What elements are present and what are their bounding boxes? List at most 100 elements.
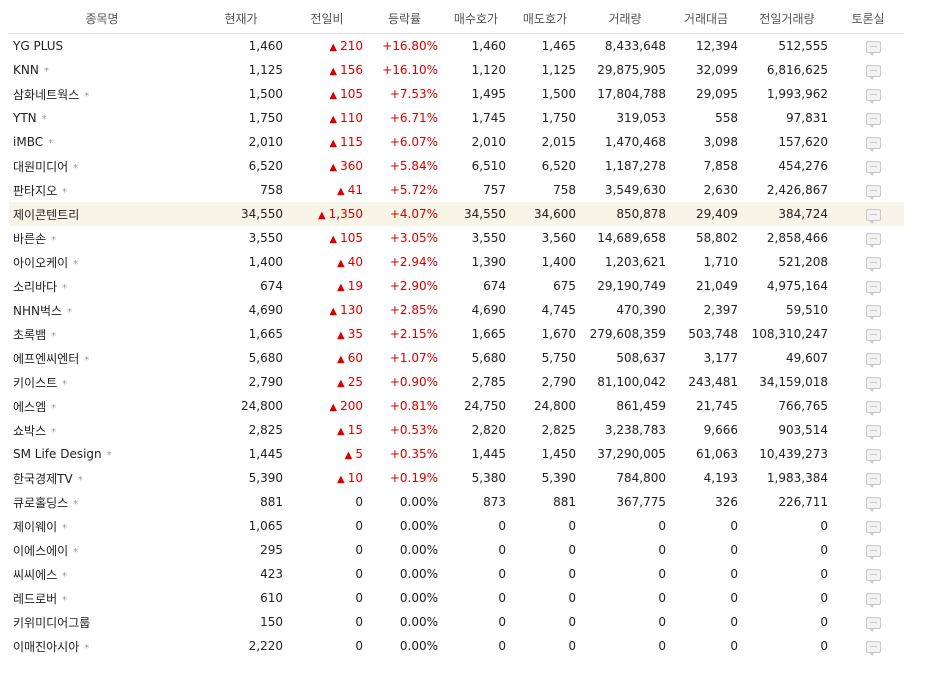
table-row[interactable]: 에스엠 * 24,800 ▲ 200 +0.81% 24,750 24,800 861,459 2… <box>9 394 904 418</box>
table-row[interactable]: 씨씨에스 * 423 0 0.00% 0 0 0 0 0 <box>9 562 904 586</box>
stock-name-cell[interactable]: KNN * <box>9 58 195 82</box>
stock-name-cell[interactable]: 큐로홀딩스 * <box>9 490 195 514</box>
speech-bubble-icon[interactable] <box>865 136 881 152</box>
speech-bubble-icon[interactable] <box>865 352 881 368</box>
stock-name-cell[interactable]: 한국경제TV * <box>9 466 195 490</box>
speech-bubble-icon[interactable] <box>865 112 881 128</box>
stock-name-link[interactable]: 레드로버 <box>13 592 57 606</box>
stock-name-link[interactable]: 삼화네트웍스 <box>13 88 79 102</box>
stock-name-cell[interactable]: 소리바다 * <box>9 274 195 298</box>
table-row[interactable]: 레드로버 * 610 0 0.00% 0 0 0 0 0 <box>9 586 904 610</box>
speech-bubble-icon[interactable] <box>865 184 881 200</box>
speech-bubble-icon[interactable] <box>865 256 881 272</box>
speech-bubble-icon[interactable] <box>865 568 881 584</box>
table-row[interactable]: YTN * 1,750 ▲ 110 +6.71% 1,745 1,750 319,053 558 9… <box>9 106 904 130</box>
stock-name-link[interactable]: 이에스에이 <box>13 544 68 558</box>
table-row[interactable]: iMBC * 2,010 ▲ 115 +6.07% 2,010 2,015 1,470,468 3… <box>9 130 904 154</box>
stock-name-cell[interactable]: 에프엔씨엔터 * <box>9 346 195 370</box>
stock-name-link[interactable]: 씨씨에스 <box>13 568 57 582</box>
stock-name-cell[interactable]: 초록뱀 * <box>9 322 195 346</box>
stock-name-cell[interactable]: 제이웨이 * <box>9 514 195 538</box>
table-row[interactable]: 에프엔씨엔터 * 5,680 ▲ 60 +1.07% 5,680 5,750 508,637 3,… <box>9 346 904 370</box>
speech-bubble-icon[interactable] <box>865 496 881 512</box>
table-row[interactable]: 키이스트 * 2,790 ▲ 25 +0.90% 2,785 2,790 81,100,042 2… <box>9 370 904 394</box>
stock-name-link[interactable]: 이매진아시아 <box>13 640 79 654</box>
speech-bubble-icon[interactable] <box>865 160 881 176</box>
table-row[interactable]: 아이오케이 * 1,400 ▲ 40 +2.94% 1,390 1,400 1,203,621 1… <box>9 250 904 274</box>
stock-name-cell[interactable]: 이매진아시아 * <box>9 634 195 658</box>
stock-name-cell[interactable]: YG PLUS <box>9 34 195 59</box>
stock-name-cell[interactable]: 판타지오 * <box>9 178 195 202</box>
speech-bubble-icon[interactable] <box>865 280 881 296</box>
stock-name-cell[interactable]: 쇼박스 * <box>9 418 195 442</box>
stock-name-cell[interactable]: SM Life Design * <box>9 442 195 466</box>
table-row[interactable]: YG PLUS 1,460 ▲ 210 +16.80% 1,460 1,465 8,433,6… <box>9 34 904 59</box>
table-row[interactable]: SM Life Design * 1,445 ▲ 5 +0.35% 1,445 1,450 37… <box>9 442 904 466</box>
stock-name-link[interactable]: iMBC <box>13 135 43 149</box>
stock-name-cell[interactable]: NHN벅스 * <box>9 298 195 322</box>
stock-name-cell[interactable]: 대원미디어 * <box>9 154 195 178</box>
speech-bubble-icon[interactable] <box>865 472 881 488</box>
stock-name-link[interactable]: 초록뱀 <box>13 328 46 342</box>
speech-bubble-icon[interactable] <box>865 520 881 536</box>
table-row[interactable]: 큐로홀딩스 * 881 0 0.00% 873 881 367,775 326 226,711 <box>9 490 904 514</box>
stock-name-link[interactable]: 에스엠 <box>13 400 46 414</box>
stock-name-link[interactable]: 제이콘텐트리 <box>13 208 79 222</box>
stock-name-link[interactable]: 큐로홀딩스 <box>13 496 68 510</box>
stock-name-link[interactable]: 판타지오 <box>13 184 57 198</box>
table-row[interactable]: 바른손 * 3,550 ▲ 105 +3.05% 3,550 3,560 14,689,658 5… <box>9 226 904 250</box>
table-row[interactable]: 소리바다 * 674 ▲ 19 +2.90% 674 675 29,190,749 21,049 4… <box>9 274 904 298</box>
speech-bubble-icon[interactable] <box>865 424 881 440</box>
speech-bubble-icon[interactable] <box>865 640 881 656</box>
stock-name-link[interactable]: 소리바다 <box>13 280 57 294</box>
speech-bubble-icon[interactable] <box>865 232 881 248</box>
stock-name-link[interactable]: 키이스트 <box>13 376 57 390</box>
stock-name-link[interactable]: SM Life Design <box>13 447 102 461</box>
table-row[interactable]: 초록뱀 * 1,665 ▲ 35 +2.15% 1,665 1,670 279,608,359 5… <box>9 322 904 346</box>
table-row[interactable]: 판타지오 * 758 ▲ 41 +5.72% 757 758 3,549,630 2,630 2,4… <box>9 178 904 202</box>
table-row[interactable]: 한국경제TV * 5,390 ▲ 10 +0.19% 5,380 5,390 784,800 4,… <box>9 466 904 490</box>
speech-bubble-icon[interactable] <box>865 208 881 224</box>
stock-name-link[interactable]: YG PLUS <box>13 39 63 53</box>
stock-name-cell[interactable]: 키이스트 * <box>9 370 195 394</box>
table-row[interactable]: 이매진아시아 * 2,220 0 0.00% 0 0 0 0 0 <box>9 634 904 658</box>
stock-name-link[interactable]: YTN <box>13 111 37 125</box>
stock-name-link[interactable]: KNN <box>13 63 39 77</box>
stock-name-link[interactable]: 제이웨이 <box>13 520 57 534</box>
stock-name-cell[interactable]: iMBC * <box>9 130 195 154</box>
stock-name-cell[interactable]: 레드로버 * <box>9 586 195 610</box>
stock-name-link[interactable]: 대원미디어 <box>13 160 68 174</box>
stock-name-cell[interactable]: 삼화네트웍스 * <box>9 82 195 106</box>
speech-bubble-icon[interactable] <box>865 616 881 632</box>
table-row[interactable]: 이에스에이 * 295 0 0.00% 0 0 0 0 0 <box>9 538 904 562</box>
speech-bubble-icon[interactable] <box>865 88 881 104</box>
stock-name-link[interactable]: NHN벅스 <box>13 304 62 318</box>
table-row[interactable]: KNN * 1,125 ▲ 156 +16.10% 1,120 1,125 29,875,905… <box>9 58 904 82</box>
speech-bubble-icon[interactable] <box>865 328 881 344</box>
stock-name-link[interactable]: 쇼박스 <box>13 424 46 438</box>
speech-bubble-icon[interactable] <box>865 592 881 608</box>
speech-bubble-icon[interactable] <box>865 448 881 464</box>
speech-bubble-icon[interactable] <box>865 64 881 80</box>
stock-name-cell[interactable]: 바른손 * <box>9 226 195 250</box>
table-row[interactable]: 제이웨이 * 1,065 0 0.00% 0 0 0 0 0 <box>9 514 904 538</box>
stock-name-cell[interactable]: YTN * <box>9 106 195 130</box>
stock-name-link[interactable]: 키위미디어그룹 <box>13 616 90 630</box>
speech-bubble-icon[interactable] <box>865 400 881 416</box>
stock-name-link[interactable]: 한국경제TV <box>13 472 73 486</box>
table-row[interactable]: 제이콘텐트리 34,550 ▲ 1,350 +4.07% 34,550 34,600 850,… <box>9 202 904 226</box>
table-row[interactable]: 삼화네트웍스 * 1,500 ▲ 105 +7.53% 1,495 1,500 17,804,7… <box>9 82 904 106</box>
table-row[interactable]: 쇼박스 * 2,825 ▲ 15 +0.53% 2,820 2,825 3,238,783 9,6… <box>9 418 904 442</box>
stock-name-link[interactable]: 아이오케이 <box>13 256 68 270</box>
table-row[interactable]: 키위미디어그룹 150 0 0.00% 0 0 0 0 0 <box>9 610 904 634</box>
stock-name-link[interactable]: 에프엔씨엔터 <box>13 352 79 366</box>
speech-bubble-icon[interactable] <box>865 376 881 392</box>
stock-name-cell[interactable]: 제이콘텐트리 <box>9 202 195 226</box>
speech-bubble-icon[interactable] <box>865 544 881 560</box>
table-row[interactable]: NHN벅스 * 4,690 ▲ 130 +2.85% 4,690 4,745 470,390 2,… <box>9 298 904 322</box>
stock-name-cell[interactable]: 아이오케이 * <box>9 250 195 274</box>
speech-bubble-icon[interactable] <box>865 40 881 56</box>
stock-name-cell[interactable]: 이에스에이 * <box>9 538 195 562</box>
stock-name-cell[interactable]: 키위미디어그룹 <box>9 610 195 634</box>
speech-bubble-icon[interactable] <box>865 304 881 320</box>
